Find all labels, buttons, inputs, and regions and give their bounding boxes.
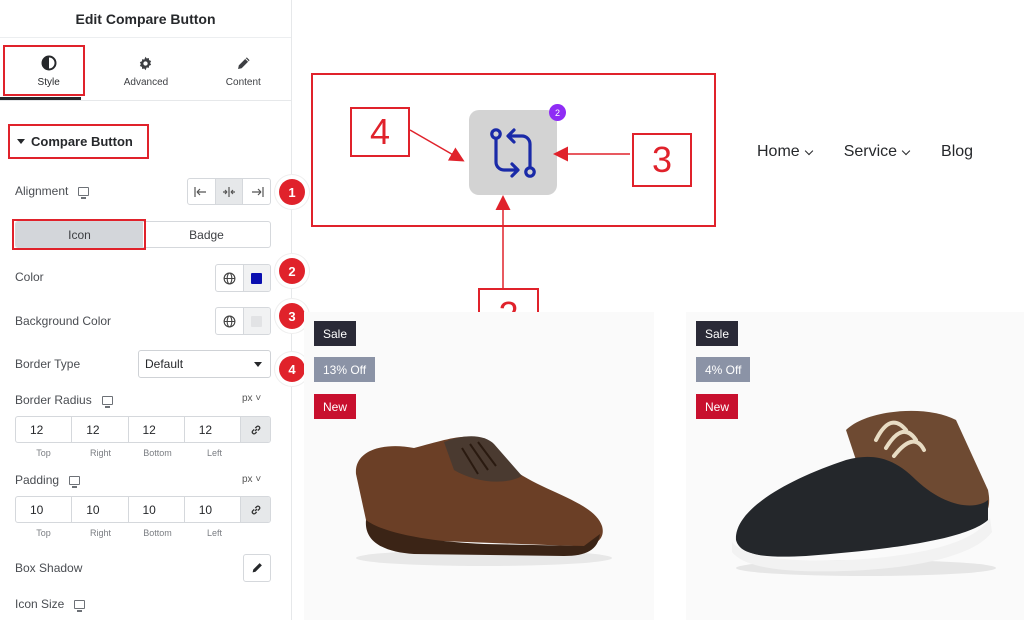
nav-home-label: Home bbox=[757, 143, 800, 160]
callout-4: 4 bbox=[350, 107, 410, 157]
discount-badge: 13% Off bbox=[314, 357, 376, 382]
nav-blog[interactable]: Blog bbox=[941, 143, 973, 161]
chevron-down-icon bbox=[901, 146, 911, 155]
nav-home[interactable]: Home bbox=[757, 143, 813, 161]
site-nav: Home Service Blog bbox=[757, 143, 973, 161]
sale-badge: Sale bbox=[696, 321, 739, 346]
callout-3: 3 bbox=[632, 133, 692, 187]
new-badge: New bbox=[314, 394, 357, 419]
discount-badge: 4% Off bbox=[696, 357, 751, 382]
chevron-down-icon bbox=[804, 146, 813, 155]
nav-service[interactable]: Service bbox=[843, 143, 911, 161]
product-card[interactable]: Sale 13% Off New bbox=[304, 312, 654, 620]
black-shoe-image bbox=[732, 410, 996, 576]
brown-shoe-image bbox=[355, 436, 612, 566]
nav-blog-label: Blog bbox=[941, 143, 974, 160]
sale-badge: Sale bbox=[314, 321, 357, 346]
nav-service-label: Service bbox=[843, 143, 898, 160]
product-card[interactable]: Sale 4% Off New bbox=[686, 312, 1024, 620]
arrow-4 bbox=[409, 129, 465, 162]
